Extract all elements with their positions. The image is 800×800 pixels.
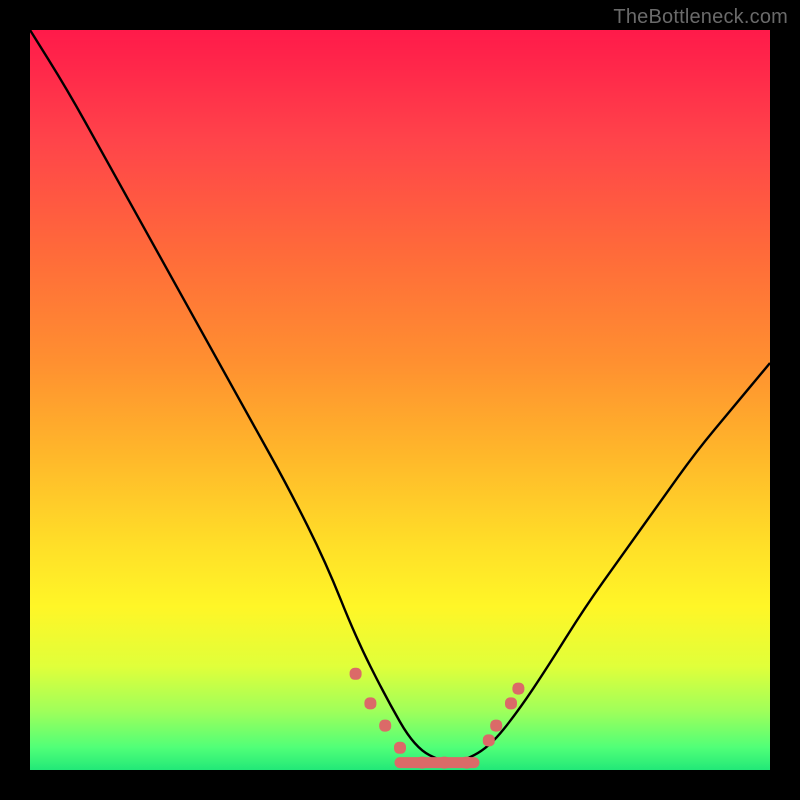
trough-marker (490, 720, 502, 732)
trough-marker (512, 683, 524, 695)
watermark-label: TheBottleneck.com (613, 6, 788, 29)
curve-path (30, 30, 770, 763)
bottleneck-curve (30, 30, 770, 763)
trough-marker (483, 734, 495, 746)
trough-marker (350, 668, 362, 680)
plot-area (30, 30, 770, 770)
chart-frame: TheBottleneck.com (0, 0, 800, 800)
trough-marker (438, 757, 450, 769)
trough-marker (505, 697, 517, 709)
trough-marker (394, 742, 406, 754)
trough-marker (461, 757, 473, 769)
trough-marker (364, 697, 376, 709)
trough-marker (379, 720, 391, 732)
trough-markers (350, 668, 525, 769)
chart-svg (30, 30, 770, 770)
trough-marker (416, 757, 428, 769)
